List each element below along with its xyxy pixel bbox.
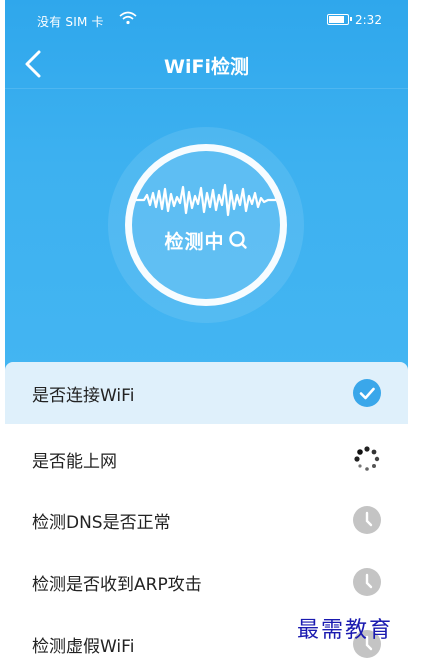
check-item-label: 检测虚假WiFi	[32, 637, 135, 657]
nav-bar: WiFi检测	[5, 40, 408, 88]
check-item-arp: 检测是否收到ARP攻击	[5, 551, 408, 613]
scan-status: 检测中	[108, 227, 304, 254]
scan-status-text: 检测中	[164, 231, 225, 253]
check-item-label: 是否连接WiFi	[32, 386, 135, 406]
check-item-internet: 是否能上网	[5, 428, 408, 490]
wifi-check-screen: 没有 SIM 卡 2:32 WiFi检测 检测中 是否连接WiFi 是否能上网 …	[5, 0, 408, 662]
clock-icon	[353, 506, 381, 534]
clock-icon	[353, 568, 381, 596]
header-panel: 没有 SIM 卡 2:32 WiFi检测 检测中	[5, 0, 408, 370]
search-icon	[228, 231, 247, 249]
battery-icon	[327, 14, 352, 25]
page-title: WiFi检测	[164, 56, 249, 78]
carrier-text: 没有 SIM 卡	[37, 15, 104, 29]
check-item-connected: 是否连接WiFi	[5, 362, 408, 424]
check-item-label: 是否能上网	[32, 452, 117, 472]
check-circle-icon	[353, 379, 381, 407]
gauge-ring	[125, 144, 287, 306]
waveform-icon	[136, 183, 276, 217]
wifi-icon	[119, 11, 137, 25]
check-item-label: 检测DNS是否正常	[32, 513, 171, 533]
watermark: 最需教育	[297, 618, 394, 643]
clock-text: 2:32	[355, 13, 382, 27]
scan-gauge: 检测中	[108, 127, 304, 323]
spinner-icon	[354, 446, 380, 471]
check-item-label: 检测是否收到ARP攻击	[32, 575, 202, 595]
check-item-dns: 检测DNS是否正常	[5, 489, 408, 551]
status-bar: 没有 SIM 卡 2:32	[5, 0, 408, 40]
divider	[5, 88, 408, 89]
